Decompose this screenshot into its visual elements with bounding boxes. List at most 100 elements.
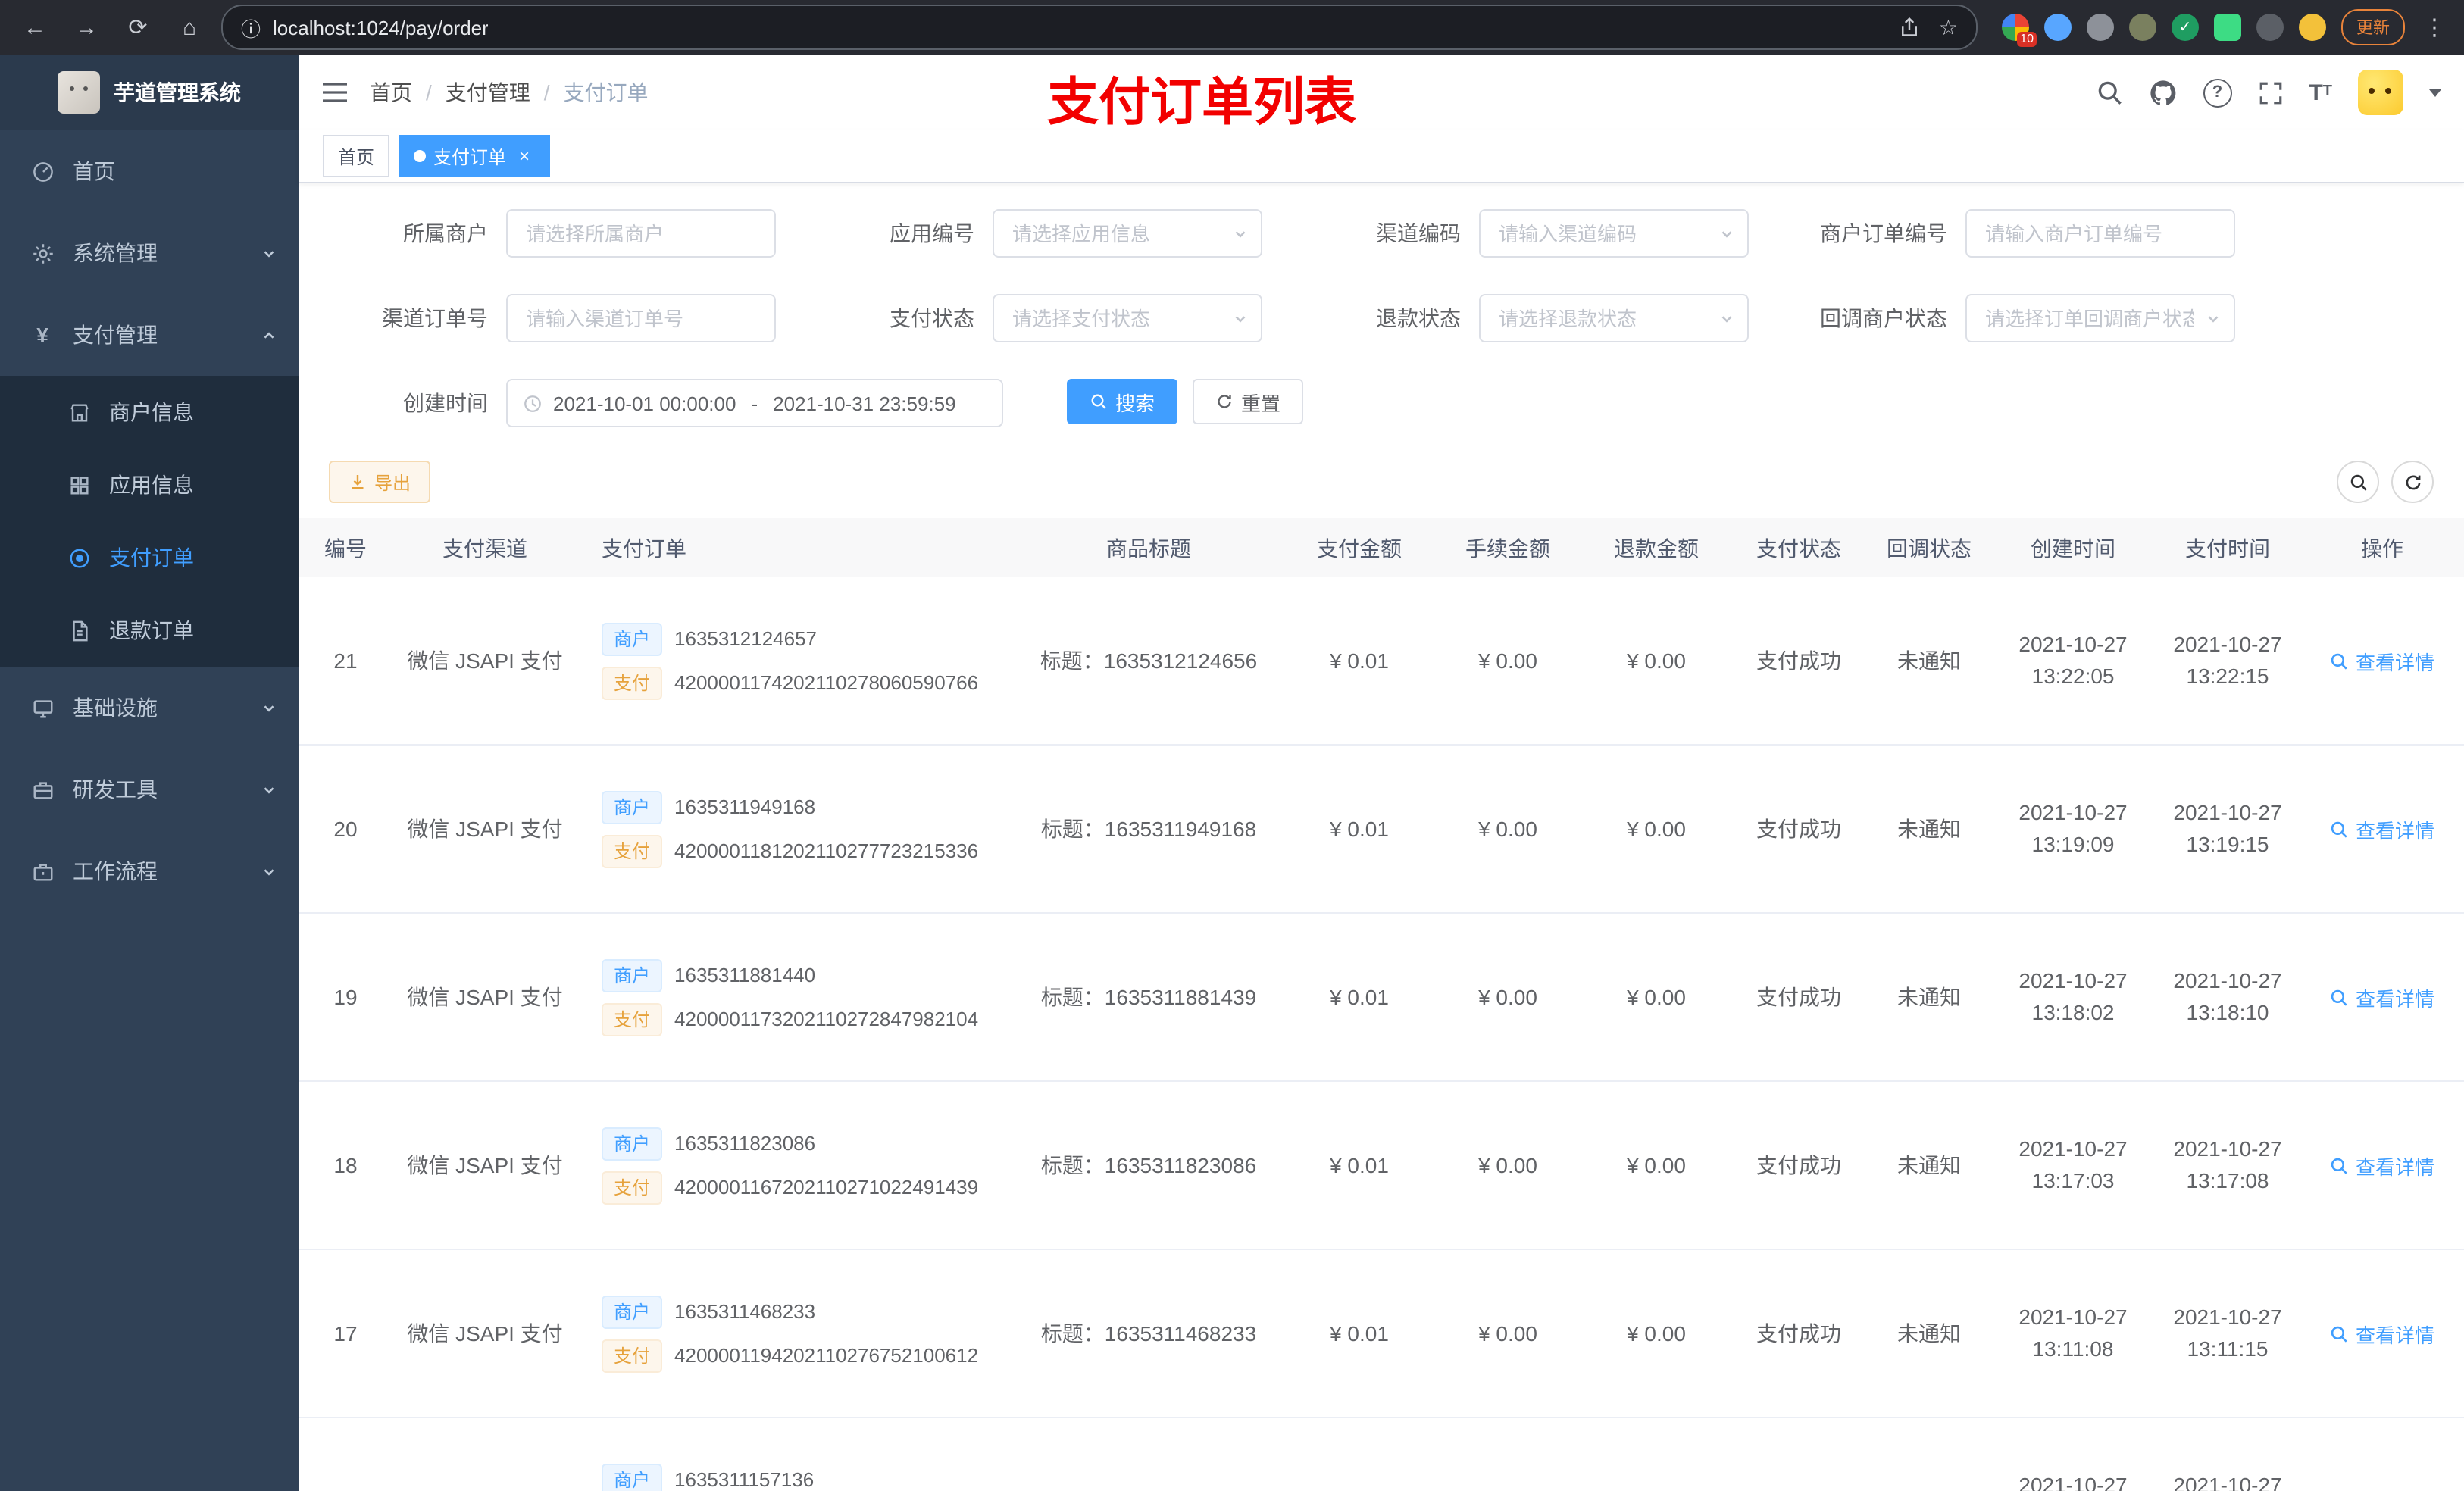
breadcrumb-payment[interactable]: 支付管理 — [446, 77, 530, 108]
chevron-down-icon — [264, 705, 274, 711]
sidebar-item-home[interactable]: 首页 — [0, 130, 299, 212]
cell-id: 17 — [299, 1249, 392, 1418]
channel-order-no-field[interactable] — [506, 294, 776, 342]
extension-icon[interactable] — [2087, 14, 2114, 41]
tab-home[interactable]: 首页 — [323, 135, 390, 177]
merchant-select[interactable] — [506, 209, 776, 258]
tab-label: 首页 — [338, 146, 375, 167]
extension-icon[interactable]: ✓ — [2172, 14, 2199, 41]
sidebar-toggle-icon[interactable] — [321, 80, 349, 105]
info-icon[interactable]: ⓘ — [241, 13, 261, 42]
notify-status-select[interactable] — [1965, 294, 2235, 342]
cell-actions: 查看详情 — [2300, 1418, 2464, 1491]
reload-icon[interactable]: ⟳ — [118, 8, 158, 47]
sidebar-item-dev-tools[interactable]: 研发工具 — [0, 749, 299, 830]
pay-status-select[interactable] — [993, 294, 1262, 342]
close-icon[interactable]: × — [514, 145, 535, 167]
cell-pay-status: 支付成功 — [1731, 913, 1867, 1082]
pay-status-input[interactable] — [993, 294, 1262, 342]
cell-id: 21 — [299, 577, 392, 746]
table-row: 18 微信 JSAPI 支付 商户 1635311823086 支付 4200001167… — [299, 1081, 2464, 1250]
merchant-tag: 商户 — [602, 1295, 663, 1328]
cell-channel: 微信 JSAPI 支付 — [392, 1081, 577, 1250]
sidebar-item-pay-order[interactable]: 支付订单 — [0, 521, 299, 594]
app-select[interactable] — [993, 209, 1262, 258]
view-detail-link[interactable]: 查看详情 — [2330, 1487, 2434, 1491]
help-icon[interactable]: ? — [2203, 78, 2232, 107]
cell-channel: 微信 JSAPI 支付 — [392, 1249, 577, 1418]
share-icon[interactable] — [1900, 17, 1921, 38]
caret-down-icon[interactable] — [2429, 89, 2441, 96]
date-start: 2021-10-01 00:00:00 — [553, 392, 736, 414]
sidebar-item-system[interactable]: 系统管理 — [0, 212, 299, 294]
sidebar-item-workflow[interactable]: 工作流程 — [0, 830, 299, 912]
filter-label: 支付状态 — [890, 306, 974, 330]
sidebar-item-merchant-info[interactable]: 商户信息 — [0, 376, 299, 449]
notify-status-input[interactable] — [1965, 294, 2235, 342]
filter-label: 渠道编码 — [1376, 221, 1461, 245]
channel-order-no-input[interactable] — [506, 294, 776, 342]
refund-status-input[interactable] — [1479, 294, 1749, 342]
font-size-icon[interactable]: TT — [2309, 81, 2332, 104]
bookmark-star-icon[interactable]: ☆ — [1939, 14, 1958, 40]
merchant-order-no-input[interactable] — [1965, 209, 2235, 258]
view-detail-link[interactable]: 查看详情 — [2330, 646, 2434, 675]
view-detail-link[interactable]: 查看详情 — [2330, 1319, 2434, 1348]
home-icon[interactable]: ⌂ — [170, 8, 209, 47]
date-separator: - — [751, 392, 758, 414]
export-button[interactable]: 导出 — [329, 461, 431, 503]
channel-code-input[interactable] — [1479, 209, 1749, 258]
yen-icon: ¥ — [36, 323, 48, 347]
app-logo[interactable]: 芋道管理系统 — [0, 55, 299, 130]
address-bar[interactable]: ⓘ localhost:1024/pay/order ☆ — [221, 5, 1978, 50]
cell-pay-amount: ¥ 0.01 — [1285, 913, 1434, 1082]
cell-pay-time: 2021-10-27 13:22:15 — [2155, 577, 2300, 746]
app-input[interactable] — [993, 209, 1262, 258]
cell-create-time: 2021-10-27 13:17:03 — [1991, 1081, 2155, 1250]
toggle-search-button[interactable] — [2337, 461, 2379, 503]
view-detail-link[interactable]: 查看详情 — [2330, 983, 2434, 1011]
avatar[interactable] — [2358, 70, 2403, 115]
column-header: 回调状态 — [1867, 518, 1991, 577]
extension-icon[interactable]: 10 — [2002, 14, 2037, 47]
breadcrumb-home[interactable]: 首页 — [370, 77, 412, 108]
sidebar-item-refund-order[interactable]: 退款订单 — [0, 594, 299, 667]
puzzle-extension-icon[interactable] — [2256, 14, 2284, 41]
sidebar-item-payment[interactable]: ¥ 支付管理 — [0, 294, 299, 376]
more-menu-icon[interactable]: ⋮ — [2420, 14, 2449, 41]
extension-icon[interactable] — [2214, 14, 2241, 41]
sidebar-item-infra[interactable]: 基础设施 — [0, 667, 299, 749]
reset-button[interactable]: 重置 — [1193, 379, 1304, 424]
column-header: 操作 — [2300, 518, 2464, 577]
logo-image — [58, 71, 100, 114]
cell-refund-amount: ¥ 0.00 — [1582, 1249, 1731, 1418]
extension-icon[interactable] — [2129, 14, 2156, 41]
column-header: 商品标题 — [1012, 518, 1285, 577]
view-detail-link[interactable]: 查看详情 — [2330, 814, 2434, 843]
create-time-range-picker[interactable]: 2021-10-01 00:00:00 - 2021-10-31 23:59:5… — [506, 379, 1003, 427]
merchant-input[interactable] — [506, 209, 776, 258]
cell-title: 标题：1635311881439 — [1012, 913, 1285, 1082]
menu-label: 支付管理 — [73, 323, 158, 347]
cell-notify-status: 未通知 — [1867, 1081, 1991, 1250]
merchant-order-no-field[interactable] — [1965, 209, 2235, 258]
search-button[interactable]: 搜索 — [1067, 379, 1178, 424]
refresh-table-button[interactable] — [2391, 461, 2434, 503]
refund-status-select[interactable] — [1479, 294, 1749, 342]
merchant-tag: 商户 — [602, 1127, 663, 1160]
profile-avatar-icon[interactable] — [2299, 14, 2326, 41]
tab-pay-order[interactable]: 支付订单 × — [399, 135, 551, 177]
fullscreen-icon[interactable] — [2257, 80, 2283, 105]
extension-icon[interactable] — [2044, 14, 2072, 41]
view-detail-link[interactable]: 查看详情 — [2330, 1151, 2434, 1180]
filter-label: 创建时间 — [403, 391, 488, 415]
cell-create-time: 2021-10-27 13:22:05 — [1991, 577, 2155, 746]
channel-code-select[interactable] — [1479, 209, 1749, 258]
github-icon[interactable] — [2148, 78, 2177, 107]
forward-icon[interactable]: → — [67, 8, 106, 47]
browser-update-button[interactable]: 更新 — [2341, 9, 2405, 45]
back-icon[interactable]: ← — [15, 8, 55, 47]
search-icon[interactable] — [2095, 79, 2122, 106]
sidebar-item-app-info[interactable]: 应用信息 — [0, 449, 299, 521]
monitor-icon — [30, 696, 55, 719]
